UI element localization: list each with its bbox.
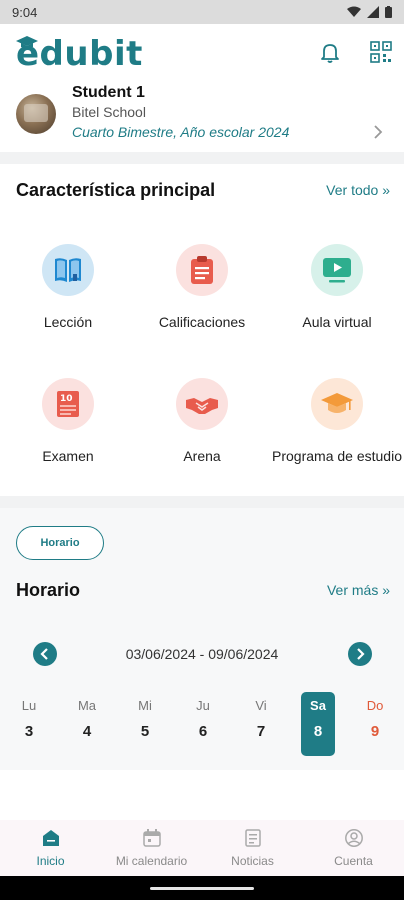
tab-label: Mi calendario bbox=[115, 854, 188, 868]
calendar-icon bbox=[142, 829, 161, 847]
tab-cuenta[interactable]: Cuenta bbox=[303, 820, 404, 876]
day-do[interactable]: Do 9 bbox=[358, 692, 392, 756]
day-ju[interactable]: Ju 6 bbox=[186, 692, 220, 756]
day-vi[interactable]: Vi 7 bbox=[244, 692, 278, 756]
day-name: Lu bbox=[21, 698, 37, 713]
feature-arena[interactable]: Arena bbox=[135, 378, 269, 464]
day-name: Vi bbox=[255, 698, 267, 713]
tab-label: Noticias bbox=[231, 854, 274, 868]
book-icon bbox=[42, 244, 94, 296]
day-ma[interactable]: Ma 4 bbox=[70, 692, 104, 756]
app-logo: edubit bbox=[16, 34, 143, 74]
app-header: edubit Student 1 Bitel School Cuarto Bim… bbox=[0, 24, 404, 152]
svg-text:10: 10 bbox=[60, 394, 73, 404]
graduation-cap-logo-icon bbox=[16, 36, 38, 49]
horario-chip[interactable]: Horario bbox=[16, 526, 104, 560]
day-mi[interactable]: Mi 5 bbox=[128, 692, 162, 756]
feature-label: Lección bbox=[43, 314, 93, 330]
handshake-icon bbox=[176, 378, 228, 430]
student-name: Student 1 bbox=[72, 84, 145, 101]
qr-code-icon[interactable] bbox=[369, 40, 393, 64]
next-week-button[interactable] bbox=[348, 642, 372, 666]
exam-icon: 10 bbox=[42, 378, 94, 430]
day-date: 3 bbox=[24, 723, 34, 740]
day-date: 8 bbox=[313, 723, 323, 740]
wifi-icon bbox=[347, 6, 361, 17]
status-time: 9:04 bbox=[12, 4, 38, 20]
system-nav-bar bbox=[0, 876, 404, 900]
day-name: Ju bbox=[196, 698, 210, 713]
graduation-cap-icon bbox=[311, 378, 363, 430]
home-icon bbox=[42, 830, 59, 846]
chevron-right-icon bbox=[357, 648, 365, 660]
day-sa-selected[interactable]: Sa 8 bbox=[301, 692, 335, 756]
schedule-title: Horario bbox=[16, 580, 81, 600]
day-lu[interactable]: Lu 3 bbox=[12, 692, 46, 756]
tab-mi-calendario[interactable]: Mi calendario bbox=[101, 820, 202, 876]
student-profile-card[interactable]: Student 1 Bitel School Cuarto Bimestre, … bbox=[16, 82, 388, 146]
feature-examen[interactable]: 10 Examen bbox=[1, 378, 135, 464]
feature-label: Calificaciones bbox=[158, 314, 246, 330]
feature-programa-de-estudio[interactable]: Programa de estudio bbox=[270, 378, 404, 464]
main-features-section: Característica principal Ver todo » Lecc… bbox=[0, 164, 404, 496]
day-date: 5 bbox=[140, 723, 150, 740]
tab-label: Inicio bbox=[36, 854, 65, 868]
section-divider bbox=[0, 496, 404, 508]
video-icon bbox=[311, 244, 363, 296]
day-date: 9 bbox=[370, 723, 380, 740]
day-date: 6 bbox=[198, 723, 208, 740]
schedule-section: Horario Horario Ver más » 03/06/2024 - 0… bbox=[0, 508, 404, 770]
week-navigator: 03/06/2024 - 09/06/2024 bbox=[0, 642, 404, 666]
section-divider bbox=[0, 152, 404, 164]
feature-calificaciones[interactable]: Calificaciones bbox=[135, 244, 269, 330]
home-indicator[interactable] bbox=[150, 887, 254, 890]
day-name: Ma bbox=[77, 698, 97, 713]
week-days: Lu 3 Ma 4 Mi 5 Ju 6 Vi 7 Sa 8 Do 9 bbox=[0, 692, 404, 758]
clipboard-icon bbox=[176, 244, 228, 296]
feature-label: Aula virtual bbox=[302, 314, 372, 330]
day-name: Sa bbox=[310, 698, 326, 713]
chevron-right-icon bbox=[374, 125, 383, 139]
day-name: Mi bbox=[138, 698, 152, 713]
account-icon bbox=[344, 829, 363, 847]
bell-icon[interactable] bbox=[318, 40, 342, 64]
feature-leccion[interactable]: Lección bbox=[1, 244, 135, 330]
status-bar: 9:04 bbox=[0, 0, 404, 24]
avatar bbox=[16, 94, 56, 134]
tab-inicio[interactable]: Inicio bbox=[0, 820, 101, 876]
day-date: 4 bbox=[82, 723, 92, 740]
feature-aula-virtual[interactable]: Aula virtual bbox=[270, 244, 404, 330]
feature-label: Examen bbox=[42, 448, 94, 464]
features-title: Característica principal bbox=[16, 180, 216, 200]
news-icon bbox=[244, 829, 261, 847]
feature-label: Programa de estudio bbox=[272, 448, 402, 464]
week-range: 03/06/2024 - 09/06/2024 bbox=[125, 646, 279, 662]
signal-icon bbox=[367, 6, 379, 18]
feature-label: Arena bbox=[183, 448, 221, 464]
bottom-tab-bar: Inicio Mi calendario Noticias Cuenta bbox=[0, 820, 404, 876]
day-name: Do bbox=[366, 698, 384, 713]
school-name: Bitel School bbox=[72, 104, 146, 120]
see-all-link[interactable]: Ver todo » bbox=[326, 182, 390, 198]
see-more-link[interactable]: Ver más » bbox=[327, 582, 390, 598]
tab-label: Cuenta bbox=[334, 854, 373, 868]
battery-icon bbox=[385, 6, 392, 18]
tab-noticias[interactable]: Noticias bbox=[202, 820, 303, 876]
day-date: 7 bbox=[256, 723, 266, 740]
school-term: Cuarto Bimestre, Año escolar 2024 bbox=[72, 124, 290, 140]
